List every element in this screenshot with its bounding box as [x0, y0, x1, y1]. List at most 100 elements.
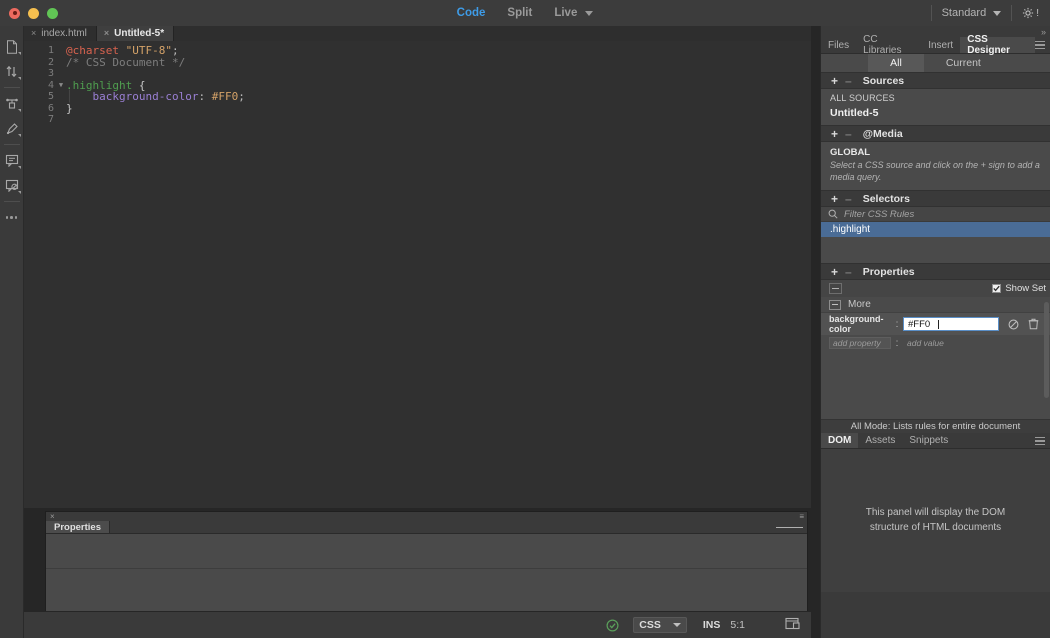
chevron-down-icon: [672, 623, 681, 627]
code-editor[interactable]: 1 @charset "UTF-8"; 2/* CSS Document */3 4 ▼…: [24, 41, 811, 508]
filter-css-rules-input[interactable]: Filter CSS Rules: [844, 209, 914, 220]
tab-snippets[interactable]: Snippets: [902, 433, 955, 448]
media-global-item[interactable]: GLOBAL: [821, 142, 1050, 160]
add-value-input[interactable]: add value: [903, 337, 999, 349]
tab-css-designer[interactable]: CSS Designer: [960, 34, 1035, 56]
code-line: 5 │ background-color: #FF0;: [24, 91, 811, 103]
file-icon: [6, 39, 17, 54]
apply-comment-icon[interactable]: [0, 116, 24, 141]
trash-icon[interactable]: [1028, 318, 1039, 330]
mode-all-button[interactable]: All: [868, 54, 924, 72]
add-property-row: add property : add value: [821, 335, 1050, 352]
remove-property-button[interactable]: –: [845, 266, 852, 278]
selector-item-highlight[interactable]: .highlight: [821, 222, 1050, 238]
property-value-input[interactable]: #FF0: [903, 317, 999, 332]
view-mode-switcher: Code Split Live: [0, 7, 1050, 19]
add-source-button[interactable]: +: [831, 75, 838, 87]
remove-media-query-button[interactable]: –: [845, 128, 852, 140]
window-size-icon: [785, 617, 800, 629]
source-item-untitled-5[interactable]: Untitled-5: [821, 106, 1050, 125]
properties-menu-icon[interactable]: [776, 521, 807, 533]
media-body: GLOBAL Select a CSS source and click on …: [821, 142, 1050, 191]
property-name-label: background-color: [829, 314, 884, 335]
properties-row: [46, 569, 807, 604]
disable-icon[interactable]: [1008, 319, 1019, 330]
selectors-title: Selectors: [862, 192, 910, 205]
tab-cc-libraries[interactable]: CC Libraries: [856, 34, 921, 56]
check-circle-icon: [606, 618, 619, 632]
dreamweaver-window: Code Split Live Standard ! × index.html …: [0, 0, 1050, 638]
css-designer-mode-switch: All Current: [821, 54, 1050, 72]
properties-empty-space: [821, 351, 1050, 420]
close-icon[interactable]: ×: [50, 512, 55, 521]
more-icon: [829, 299, 841, 310]
more-category-row[interactable]: More: [821, 297, 1050, 314]
dropdown-triangle-icon: [17, 109, 21, 112]
remove-selector-button[interactable]: –: [845, 193, 852, 205]
tab-assets[interactable]: Assets: [858, 433, 902, 448]
view-mode-code[interactable]: Code: [457, 7, 486, 19]
view-mode-live[interactable]: Live: [554, 7, 577, 19]
code-fold-icon[interactable]: ▼: [56, 80, 66, 92]
search-icon: [828, 209, 838, 219]
selector-filter-row[interactable]: Filter CSS Rules: [821, 207, 1050, 223]
comment-remove-icon: [5, 179, 18, 192]
all-sources-label[interactable]: ALL SOURCES: [821, 89, 1050, 106]
document-tab-untitled-5[interactable]: × Untitled-5*: [96, 26, 175, 41]
open-documents-icon[interactable]: [0, 34, 24, 59]
mode-current-button[interactable]: Current: [924, 54, 1003, 72]
sources-body: ALL SOURCES Untitled-5: [821, 89, 1050, 125]
tab-files[interactable]: Files: [821, 37, 856, 53]
document-tab-index-html[interactable]: × index.html: [24, 26, 97, 41]
panel-menu-icon[interactable]: ≡: [799, 512, 804, 521]
add-media-query-button[interactable]: +: [831, 128, 838, 140]
more-label: More: [848, 299, 871, 311]
code-text-area[interactable]: 1 @charset "UTF-8"; 2/* CSS Document */3 4 ▼…: [24, 41, 811, 508]
panel-menu-icon[interactable]: [1035, 37, 1050, 53]
sources-header: + – Sources: [821, 72, 1050, 89]
checkbox-icon: [992, 284, 1002, 294]
properties-toolbar: Show Set: [821, 280, 1050, 298]
media-hint-text: Select a CSS source and click on the + s…: [830, 160, 1040, 182]
tab-dom[interactable]: DOM: [821, 433, 859, 449]
preferences-button[interactable]: !: [1022, 7, 1050, 19]
properties-header: + – Properties: [821, 263, 1050, 281]
line-number: 5: [47, 91, 54, 102]
collapse-expand-icon[interactable]: [0, 59, 24, 84]
all-properties-button[interactable]: [829, 283, 842, 295]
close-icon[interactable]: ×: [31, 29, 36, 38]
more-options-button[interactable]: [0, 205, 24, 230]
add-property-button[interactable]: +: [831, 266, 838, 278]
workspace-label: Standard: [941, 7, 987, 19]
dock-scrollbar-thumb[interactable]: [1044, 302, 1049, 398]
format-source-code-icon[interactable]: [0, 91, 24, 116]
divider: [3, 87, 20, 88]
line-number: 1: [47, 45, 54, 56]
insert-mode-indicator[interactable]: INS: [703, 619, 721, 631]
doctype-select[interactable]: CSS: [633, 617, 687, 633]
remove-source-button[interactable]: –: [845, 75, 852, 87]
code-line: 7: [24, 114, 811, 126]
dropdown-triangle-icon: [17, 166, 21, 169]
gear-icon: [1023, 7, 1034, 19]
chevron-down-icon[interactable]: [585, 10, 594, 16]
add-property-input[interactable]: add property: [829, 337, 891, 350]
workspace-switcher[interactable]: Standard: [942, 7, 1002, 19]
tab-properties[interactable]: Properties: [46, 521, 110, 533]
close-icon[interactable]: ×: [104, 29, 109, 38]
dom-panel-menu-icon[interactable]: [1035, 433, 1050, 448]
divider: [3, 201, 20, 202]
comment-balloon-icon[interactable]: [0, 148, 24, 173]
show-set-toggle[interactable]: Show Set: [992, 283, 1046, 294]
properties-title: Properties: [862, 265, 915, 278]
window-size-button[interactable]: [785, 617, 801, 634]
media-header: + – @Media: [821, 125, 1050, 142]
validator-button[interactable]: [606, 618, 619, 632]
view-mode-split[interactable]: Split: [507, 7, 532, 19]
line-number: 7: [47, 114, 54, 125]
show-set-label: Show Set: [1005, 283, 1046, 295]
divider: [930, 5, 932, 21]
remove-comment-icon[interactable]: [0, 173, 24, 198]
tab-insert[interactable]: Insert: [921, 37, 960, 53]
add-selector-button[interactable]: +: [831, 193, 838, 205]
